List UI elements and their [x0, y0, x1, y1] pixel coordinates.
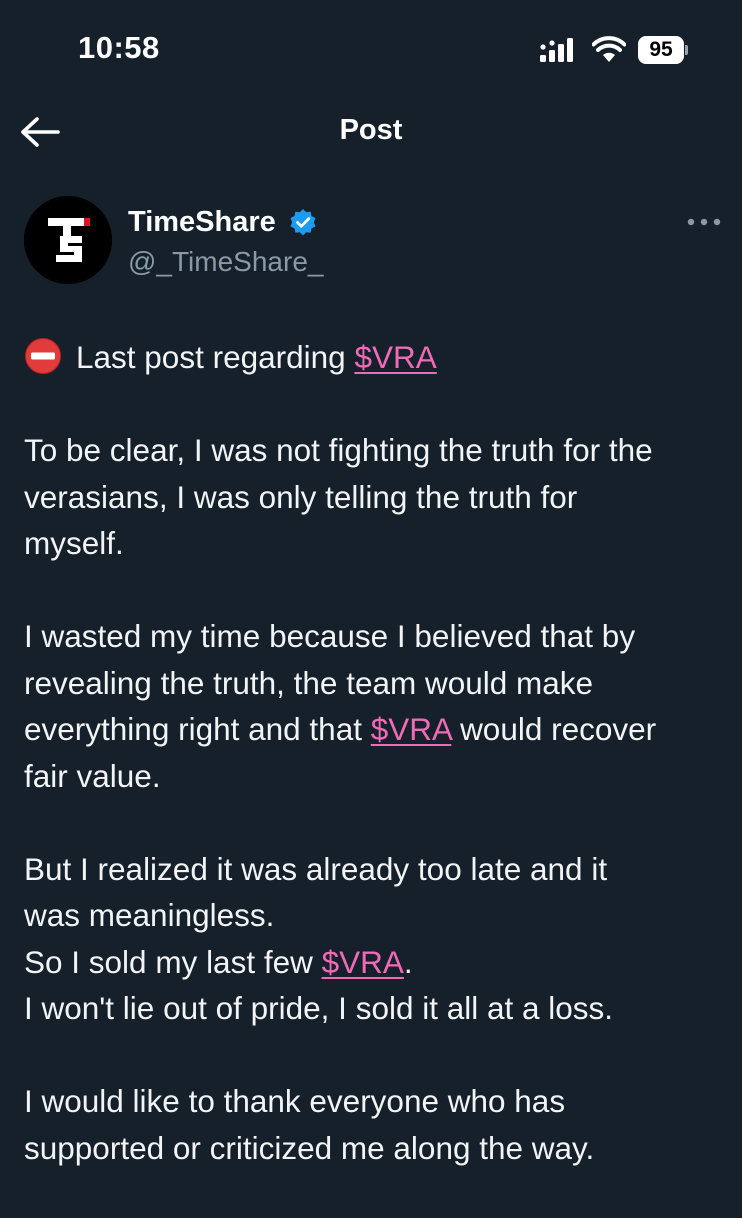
post-intro-text: Last post regarding	[76, 339, 346, 375]
cashtag-link[interactable]: $VRA	[371, 711, 452, 747]
status-bar: 10:58 95	[0, 0, 742, 100]
more-horizontal-icon[interactable]	[684, 210, 724, 234]
post-line: Last post regarding $VRA	[24, 334, 724, 381]
post-text-segment: everything right and that	[24, 711, 362, 747]
post-paragraph-1: To be clear, I was not fighting the trut…	[24, 427, 724, 567]
post-text: Last post regarding $VRA To be clear, I …	[24, 334, 724, 1218]
post-line: To be clear, I was not fighting the trut…	[24, 432, 653, 468]
wifi-icon	[592, 36, 626, 62]
page-title: Post	[339, 114, 403, 146]
avatar[interactable]	[24, 196, 112, 284]
verified-badge-icon	[290, 209, 316, 236]
post-line: fair value.	[24, 757, 161, 794]
post-line: I wasted my time because I believed that…	[24, 618, 636, 654]
post-text-segment: So I sold my last few	[24, 943, 313, 980]
post-paragraph-4: I would like to thank everyone who has s…	[24, 1078, 724, 1171]
post-line: But I realized it was already too late a…	[24, 850, 608, 887]
timeshare-logo-icon	[24, 196, 112, 284]
post-text-segment: .	[403, 943, 413, 980]
status-time: 10:58	[78, 30, 160, 65]
cashtag-link[interactable]: $VRA	[322, 944, 404, 980]
post-line: verasians, I was only telling the truth …	[24, 478, 578, 515]
no-entry-emoji-icon	[25, 338, 61, 374]
author-handle[interactable]: @_TimeShare_	[128, 246, 323, 278]
battery-level: 95	[638, 36, 684, 64]
author-display-name[interactable]: TimeShare	[128, 206, 276, 239]
post-line: myself.	[24, 525, 124, 561]
post-line: So I sold my last few $VRA.	[24, 939, 724, 986]
post-line: revealing the truth, the team would make	[24, 664, 594, 701]
cashtag-link[interactable]: $VRA	[354, 339, 436, 375]
battery-indicator: 95	[638, 36, 688, 64]
battery-cap	[685, 45, 688, 55]
post-line: I won't lie out of pride, I sold it all …	[24, 990, 614, 1026]
post-line: everything right and that $VRA would rec…	[24, 706, 724, 753]
post-line: supported or criticized me along the way…	[24, 1129, 595, 1166]
post-line: was meaningless.	[24, 897, 275, 933]
post-paragraph-3: But I realized it was already too late a…	[24, 846, 724, 1032]
post-line: I would like to thank everyone who has	[24, 1083, 566, 1119]
post-paragraph-2: I wasted my time because I believed that…	[24, 613, 724, 799]
post-header: Post	[0, 100, 742, 166]
post-author: TimeShare @_TimeShare_	[24, 196, 724, 286]
cellular-signal-icon	[540, 38, 573, 62]
post-text-segment: would recover	[460, 711, 657, 747]
post-paragraph-intro: Last post regarding $VRA	[24, 334, 724, 381]
